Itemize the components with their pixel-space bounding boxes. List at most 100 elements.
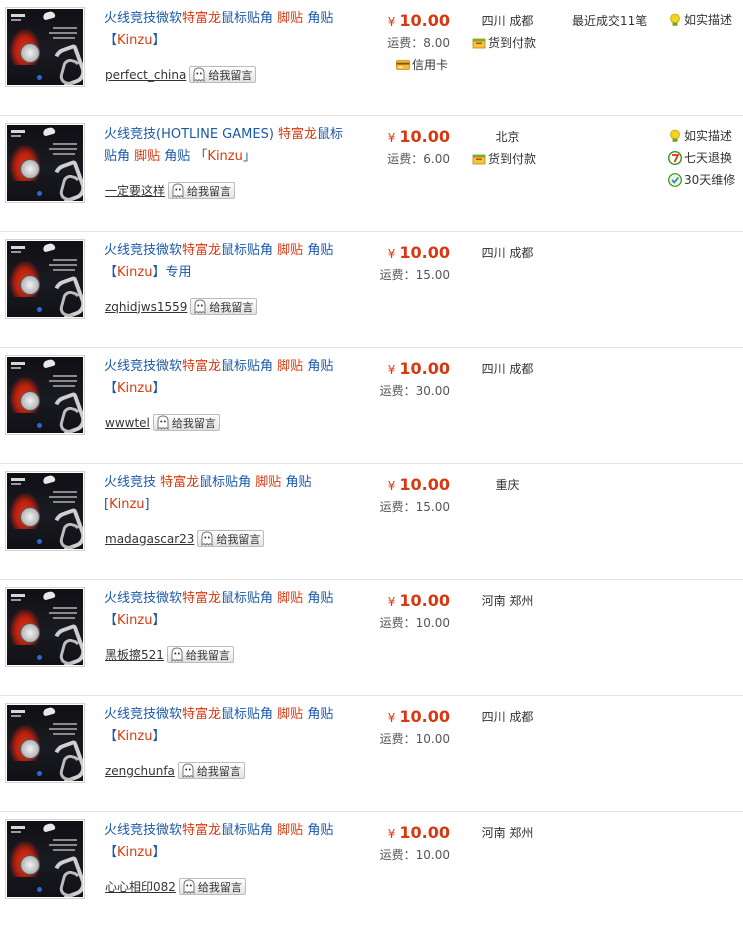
cod-icon [472, 154, 486, 164]
product-thumbnail[interactable] [5, 123, 85, 203]
leave-message-label: 给我留言 [171, 416, 216, 430]
seller-name-link[interactable]: wwwtel [105, 416, 150, 430]
cash-on-delivery-label: 货到付款 [488, 152, 537, 166]
seller-name-link[interactable]: zengchunfa [105, 764, 175, 778]
mousepad-product-image [7, 589, 83, 665]
price: ¥10.00 [310, 475, 450, 494]
ghost-chat-icon [193, 67, 205, 82]
title-segment: 角贴 「 [160, 149, 208, 164]
service-guarantee[interactable]: 如实描述 [668, 11, 732, 28]
product-thumbnail[interactable] [5, 239, 85, 319]
seller-name-link[interactable]: 一定要这样 [105, 182, 165, 199]
listing-row: 火线竞技微软特富龙鼠标贴角 脚贴 角贴 【Kinzu】 心心相印082 给我留言… [0, 812, 743, 927]
product-title-link[interactable]: 火线竞技微软特富龙鼠标贴角 脚贴 角贴 【Kinzu】专用 [104, 240, 344, 284]
service-guarantee[interactable]: 七天退换 [668, 149, 732, 166]
title-segment: 特富龙 [182, 823, 222, 838]
title-segment: 鼠标贴角 [221, 707, 278, 722]
shipping-fee: 运费：30.00 [379, 384, 450, 398]
seller-name-link[interactable]: madagascar23 [105, 532, 194, 546]
product-title-link[interactable]: 火线竞技 特富龙鼠标贴角 脚贴 角贴 [Kinzu] [104, 472, 344, 516]
lightbulb-icon [670, 13, 680, 26]
product-title-link[interactable]: 火线竞技微软特富龙鼠标贴角 脚贴 角贴 【Kinzu】 [104, 704, 344, 748]
seller-name-link[interactable]: zqhidjws1559 [105, 300, 187, 314]
leave-message-button[interactable]: 给我留言 [189, 66, 257, 83]
title-segment: 】 [152, 613, 166, 628]
mousepad-product-image [7, 241, 83, 317]
service-guarantee[interactable]: 30天维修 [668, 171, 735, 188]
leave-message-label: 给我留言 [197, 880, 242, 894]
title-segment: 火线竞技 [104, 475, 161, 490]
title-segment: 特富龙 [160, 475, 200, 490]
title-segment: 脚贴 [277, 823, 304, 838]
price-value: 10.00 [399, 823, 450, 842]
seller-info: wwwtel 给我留言 [105, 414, 220, 431]
seller-name-link[interactable]: perfect_china [105, 68, 186, 82]
leave-message-button[interactable]: 给我留言 [190, 298, 258, 315]
product-thumbnail[interactable] [5, 587, 85, 667]
title-segment: 特富龙 [182, 11, 222, 26]
mouse-image-icon [42, 126, 56, 137]
seller-location: 重庆 [495, 478, 520, 492]
leave-message-button[interactable]: 给我留言 [197, 530, 265, 547]
leave-message-button[interactable]: 给我留言 [166, 646, 234, 663]
title-segment: Kinzu [117, 33, 153, 48]
currency-symbol: ¥ [387, 595, 396, 609]
currency-symbol: ¥ [387, 131, 396, 145]
mousepad-product-image [7, 357, 83, 433]
repair-30-icon [668, 172, 682, 187]
seller-name-link[interactable]: 心心相印082 [105, 878, 176, 895]
title-segment: 脚贴 [277, 591, 304, 606]
mousepad-product-image [7, 705, 83, 781]
leave-message-label: 给我留言 [216, 532, 261, 546]
title-segment: 火线竞技微软 [104, 11, 183, 26]
listing-row: 火线竞技微软特富龙鼠标贴角 脚贴 角贴 【Kinzu】 zengchunfa 给… [0, 696, 743, 812]
mousepad-product-image [7, 473, 83, 549]
listing-row: 火线竞技 特富龙鼠标贴角 脚贴 角贴 [Kinzu] madagascar23 … [0, 464, 743, 580]
title-segment: 鼠标贴角 [221, 359, 278, 374]
ghost-chat-icon [183, 879, 195, 894]
title-segment: 】 [152, 729, 166, 744]
title-segment: 鼠标贴角 [199, 475, 256, 490]
price: ¥10.00 [310, 11, 450, 30]
leave-message-button[interactable]: 给我留言 [152, 414, 220, 431]
product-thumbnail[interactable] [5, 471, 85, 551]
title-segment: 脚贴 [277, 359, 304, 374]
price: ¥10.00 [310, 823, 450, 842]
currency-symbol: ¥ [387, 247, 396, 261]
currency-symbol: ¥ [387, 711, 396, 725]
product-title-link[interactable]: 火线竞技微软特富龙鼠标贴角 脚贴 角贴 【Kinzu】 [104, 8, 344, 52]
mousepad-product-image [7, 125, 83, 201]
product-thumbnail[interactable] [5, 355, 85, 435]
title-segment: 火线竞技微软 [104, 243, 183, 258]
title-segment: Kinzu [109, 497, 145, 512]
title-segment: 火线竞技(HOTLINE GAMES) [104, 127, 279, 142]
price-value: 10.00 [399, 11, 450, 30]
title-segment: 脚贴 [277, 707, 304, 722]
title-segment: 脚贴 [277, 243, 304, 258]
title-segment: 特富龙 [182, 707, 222, 722]
product-thumbnail[interactable] [5, 7, 85, 87]
product-title-link[interactable]: 火线竞技微软特富龙鼠标贴角 脚贴 角贴 【Kinzu】 [104, 820, 344, 864]
service-guarantee-label: 如实描述 [684, 129, 733, 143]
product-title-link[interactable]: 火线竞技微软特富龙鼠标贴角 脚贴 角贴 【Kinzu】 [104, 356, 344, 400]
service-guarantee[interactable]: 如实描述 [668, 127, 732, 144]
service-guarantee-label: 如实描述 [684, 13, 733, 27]
leave-message-button[interactable]: 给我留言 [168, 182, 236, 199]
seller-name-link[interactable]: 黑板擦521 [105, 646, 164, 663]
leave-message-button[interactable]: 给我留言 [177, 762, 245, 779]
listing-row: 火线竞技微软特富龙鼠标贴角 脚贴 角贴 【Kinzu】 黑板擦521 给我留言 … [0, 580, 743, 696]
title-segment: Kinzu [117, 845, 153, 860]
seller-location: 北京 [495, 130, 520, 144]
cash-on-delivery-label: 货到付款 [488, 36, 537, 50]
price-value: 10.00 [399, 243, 450, 262]
product-thumbnail[interactable] [5, 703, 85, 783]
product-title-link[interactable]: 火线竞技微软特富龙鼠标贴角 脚贴 角贴 【Kinzu】 [104, 588, 344, 632]
product-title-link[interactable]: 火线竞技(HOTLINE GAMES) 特富龙鼠标贴角 脚贴 角贴 「Kinzu… [104, 124, 344, 168]
title-segment: 火线竞技微软 [104, 707, 183, 722]
cod-icon [472, 38, 486, 48]
title-segment: 火线竞技微软 [104, 823, 183, 838]
leave-message-button[interactable]: 给我留言 [178, 878, 246, 895]
product-thumbnail[interactable] [5, 819, 85, 899]
price-value: 10.00 [399, 359, 450, 378]
listing-row: 火线竞技微软特富龙鼠标贴角 脚贴 角贴 【Kinzu】 perfect_chin… [0, 0, 743, 116]
